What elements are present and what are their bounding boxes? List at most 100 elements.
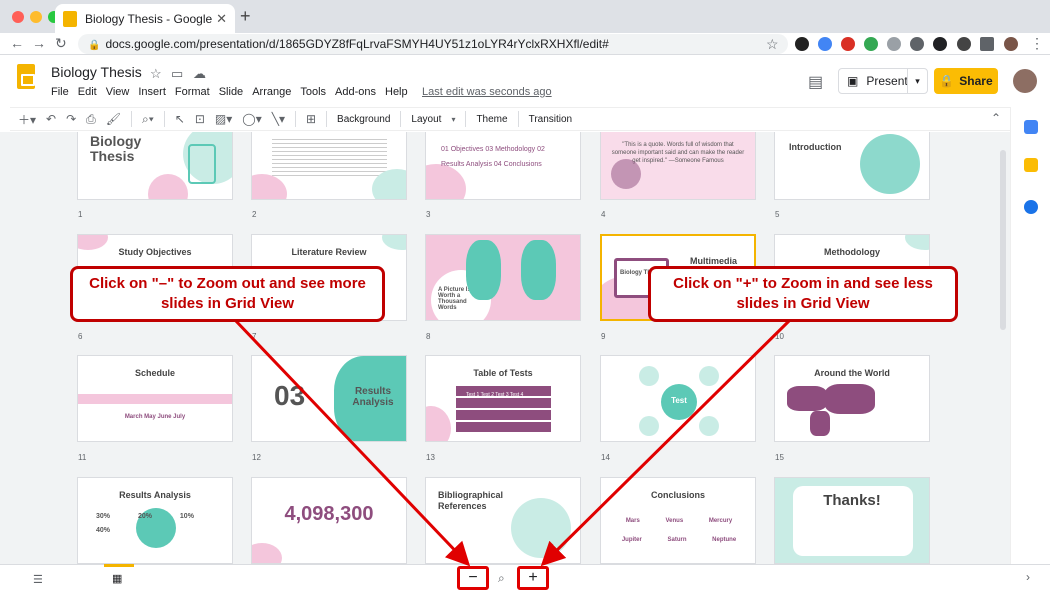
comments-icon[interactable]: ▤ [808, 72, 823, 92]
slide-thumbnail[interactable]: 4,098,300 [251, 477, 407, 564]
slide-thumbnail[interactable]: 03 Results Analysis [251, 355, 407, 442]
slide-thumbnail[interactable]: Table of Tests Test 1 Test 2 Test 3 Test… [425, 355, 581, 442]
toolbar-divider [517, 111, 519, 127]
present-label: Present [866, 74, 908, 88]
print-icon[interactable]: ⎙ [86, 112, 96, 127]
slide-title: Results Analysis [119, 490, 191, 500]
slide-thumbnail[interactable]: A Picture Is Worth a Thousand Words [425, 234, 581, 321]
reload-icon[interactable]: ↻ [55, 35, 67, 52]
slide-body: Mars Venus Mercury Jupiter Saturn Neptun… [621, 518, 737, 544]
redo-icon[interactable]: ↷ [66, 112, 76, 126]
new-slide-icon[interactable]: ＋▾ [18, 111, 36, 128]
present-dropdown-icon[interactable]: ▾ [907, 69, 927, 93]
background-button[interactable]: Background [337, 114, 390, 125]
present-icon: ▣ [847, 74, 859, 88]
undo-icon[interactable]: ↶ [46, 112, 56, 126]
slide-thumbnail[interactable]: "This is a quote. Words full of wisdom t… [600, 132, 756, 200]
shape-icon[interactable]: ◯▾ [242, 112, 261, 126]
grid-view-icon[interactable]: ▦ [112, 572, 122, 585]
filmstrip-view-icon[interactable]: ☰ [33, 573, 43, 586]
slide-thumbnail[interactable]: Conclusions Mars Venus Mercury Jupiter S… [600, 477, 756, 564]
slide-title: Bibliographical References [438, 490, 504, 511]
star-icon[interactable]: ☆ [150, 66, 162, 82]
extension-icon[interactable] [887, 37, 901, 51]
theme-button[interactable]: Theme [476, 114, 507, 125]
slide-title: Around the World [814, 368, 890, 378]
tasks-icon[interactable] [1024, 200, 1038, 214]
extension-icon[interactable] [933, 37, 947, 51]
slide-title: Thanks! [823, 492, 881, 509]
menu-view[interactable]: View [106, 86, 130, 98]
menu-addons[interactable]: Add-ons [335, 86, 376, 98]
adblock-icon[interactable] [841, 37, 855, 51]
slide-thumbnail[interactable]: Bibliographical References [425, 477, 581, 564]
last-edit-link[interactable]: Last edit was seconds ago [422, 86, 552, 98]
menu-file[interactable]: File [51, 86, 69, 98]
present-button[interactable]: ▣ Present ▾ [838, 68, 928, 94]
text-box-icon[interactable]: ⊡ [195, 112, 205, 126]
slide-thumbnail[interactable]: Introduction [774, 132, 930, 200]
image-icon[interactable]: ▨▾ [215, 112, 232, 126]
side-panel [1010, 107, 1050, 564]
slide-thumbnail[interactable]: 01 Objectives 03 Methodology 02 Results … [425, 132, 581, 200]
menu-arrange[interactable]: Arrange [252, 86, 291, 98]
slide-title: Literature Review [291, 247, 367, 257]
calendar-icon[interactable] [1024, 120, 1038, 134]
slide-number: 13 [426, 453, 435, 462]
zoom-icon[interactable]: ⌕▾ [142, 112, 154, 127]
slide-thumbnail[interactable] [251, 132, 407, 200]
grid-scrollbar[interactable] [1000, 150, 1006, 330]
bookmark-star-icon[interactable]: ☆ [766, 36, 779, 53]
slide-thumbnail[interactable]: Biology Thesis [77, 132, 233, 200]
browser-tab[interactable]: Biology Thesis - Google Slides ✕ [55, 4, 235, 33]
extension-icon[interactable] [818, 37, 832, 51]
extension-icon[interactable] [910, 37, 924, 51]
menu-slide[interactable]: Slide [219, 86, 243, 98]
menu-edit[interactable]: Edit [78, 86, 97, 98]
slide-thumbnail[interactable]: Around the World [774, 355, 930, 442]
slide-thumbnail[interactable]: Results Analysis 30% 20% 10% 40% [77, 477, 233, 564]
show-side-panel-icon[interactable]: › [1026, 570, 1030, 584]
zoom-in-button[interactable]: + [517, 566, 549, 590]
extension-icon[interactable] [795, 37, 809, 51]
minimize-window-button[interactable] [30, 11, 42, 23]
forward-icon[interactable]: → [32, 35, 46, 51]
back-icon[interactable]: ← [10, 35, 24, 51]
more-menu-icon[interactable]: ⋮ [1030, 35, 1044, 52]
comment-add-icon[interactable]: ⊞ [306, 112, 316, 126]
zoom-out-button[interactable]: − [457, 566, 489, 590]
slide-number: 8 [426, 332, 431, 341]
share-button[interactable]: 🔒 Share [934, 68, 998, 94]
keep-icon[interactable] [1024, 158, 1038, 172]
document-title[interactable]: Biology Thesis [51, 64, 142, 80]
new-tab-button[interactable]: + [240, 6, 251, 27]
google-slides-logo-icon[interactable] [17, 64, 35, 89]
url-input[interactable]: 🔒 docs.google.com/presentation/d/1865GDYZ… [78, 34, 788, 54]
close-tab-icon[interactable]: ✕ [216, 11, 227, 27]
toolbar-divider [131, 111, 132, 127]
grammarly-icon[interactable] [864, 37, 878, 51]
profile-icon[interactable] [1004, 37, 1018, 51]
line-icon[interactable]: ╲▾ [272, 112, 285, 126]
slide-number: 6 [78, 332, 83, 341]
select-icon[interactable]: ↖ [175, 112, 185, 126]
menu-tools[interactable]: Tools [300, 86, 326, 98]
close-window-button[interactable] [12, 11, 24, 23]
user-avatar[interactable] [1013, 69, 1037, 93]
menu-help[interactable]: Help [385, 86, 408, 98]
extension-icon[interactable] [957, 37, 971, 51]
slide-thumbnail[interactable]: Thanks! [774, 477, 930, 564]
transition-button[interactable]: Transition [529, 114, 573, 125]
layout-button[interactable]: Layout [411, 114, 441, 125]
move-folder-icon[interactable]: ▭ [171, 66, 183, 82]
slide-thumbnail[interactable]: Schedule March May June July [77, 355, 233, 442]
puzzle-extensions-icon[interactable] [980, 37, 994, 51]
url-text: docs.google.com/presentation/d/1865GDYZ8… [105, 37, 609, 51]
slide-thumbnail[interactable]: Test [600, 355, 756, 442]
menu-format[interactable]: Format [175, 86, 210, 98]
paint-format-icon[interactable]: 🖌 [106, 112, 121, 126]
slide-number: 4 [601, 210, 606, 219]
lock-icon: 🔒 [939, 74, 955, 88]
menu-insert[interactable]: Insert [138, 86, 166, 98]
collapse-toolbar-icon[interactable]: ⌃ [991, 111, 1001, 125]
